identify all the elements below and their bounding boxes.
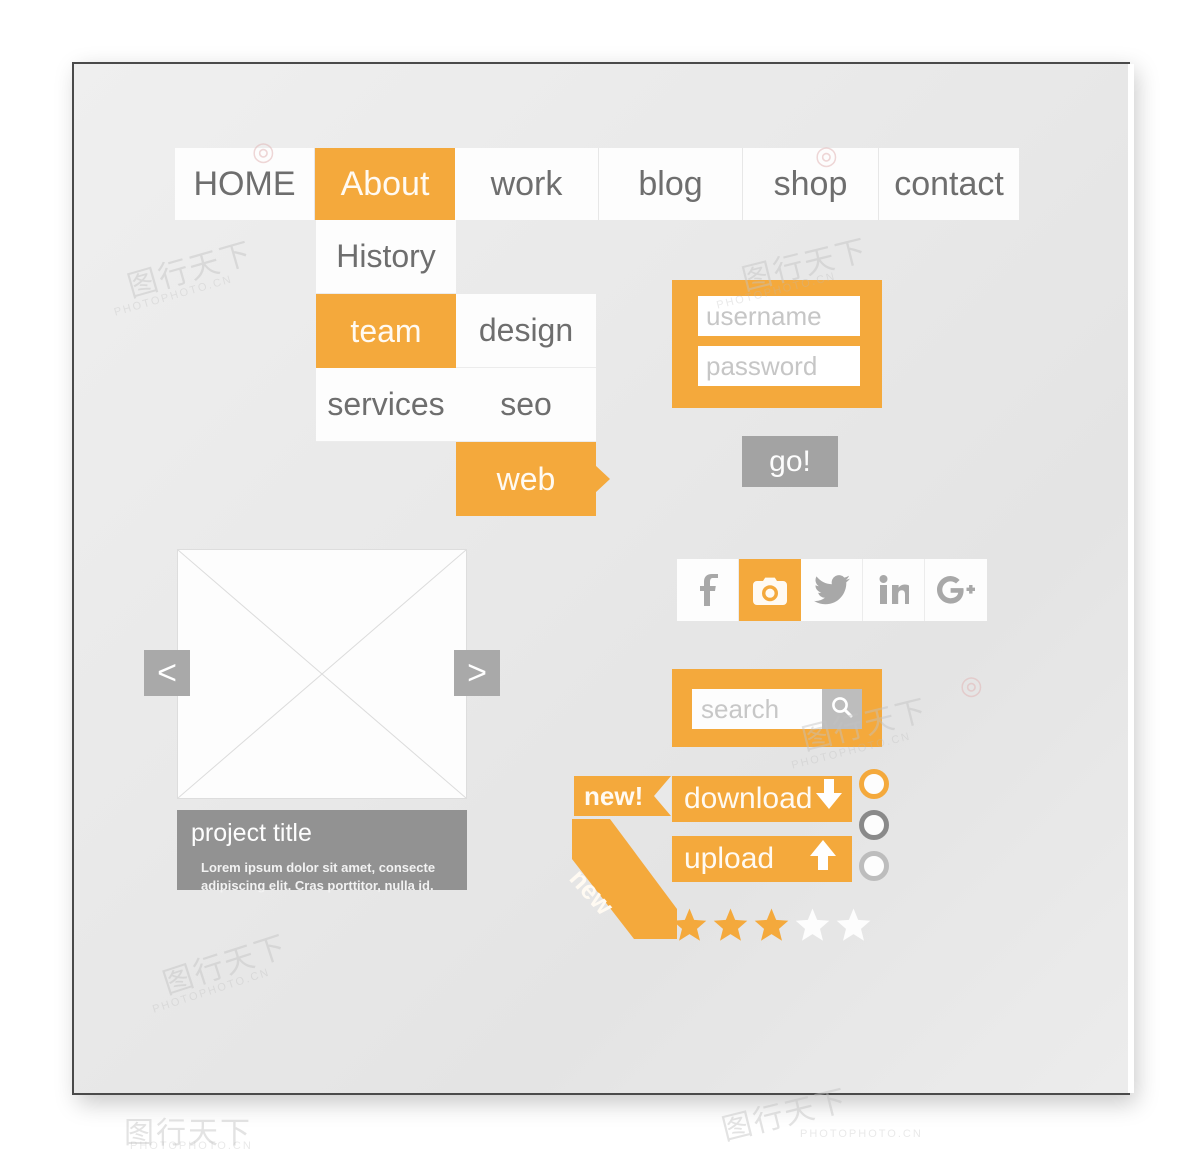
project-description-line-1: Lorem ipsum dolor sit amet, consecte xyxy=(201,860,436,875)
social-button-facebook[interactable] xyxy=(677,559,739,621)
nav-label-home: HOME xyxy=(193,164,296,203)
go-button-label: go! xyxy=(769,444,811,478)
upload-label: upload xyxy=(684,842,775,875)
submenu-label-web: web xyxy=(496,460,556,497)
radio-hover[interactable] xyxy=(859,810,889,840)
carousel-next-button[interactable]: > xyxy=(454,650,500,696)
search-input[interactable]: search xyxy=(692,689,822,729)
watermark-site-6: PHOTOPHOTO.CN xyxy=(800,1128,923,1140)
nav-item-contact[interactable]: contact xyxy=(879,148,1019,220)
social-button-googleplus[interactable] xyxy=(925,559,987,621)
star-2-filled[interactable] xyxy=(712,907,749,943)
star-3-filled[interactable] xyxy=(753,907,790,943)
linkedin-icon xyxy=(879,575,909,605)
username-placeholder: username xyxy=(706,300,822,331)
instagram-icon xyxy=(753,575,787,605)
watermark-cjk: 图行天下 xyxy=(124,1117,252,1150)
carousel-prev-button[interactable]: < xyxy=(144,650,190,696)
username-input[interactable]: username xyxy=(698,296,860,336)
dropdown-label-services: services xyxy=(327,386,445,422)
nav-item-home[interactable]: HOME xyxy=(175,148,315,220)
upload-button[interactable]: upload xyxy=(672,836,852,882)
google-plus-icon xyxy=(937,576,975,604)
carousel-slide[interactable] xyxy=(177,549,467,799)
submenu-label-design: design xyxy=(478,312,574,348)
star-rating xyxy=(671,907,872,943)
search-placeholder: search xyxy=(701,693,780,724)
search-icon xyxy=(830,695,854,724)
search-widget: search xyxy=(672,669,882,747)
nav-label-about: About xyxy=(340,164,430,203)
dropdown-label-history: History xyxy=(336,238,436,274)
dropdown-label-team: team xyxy=(350,312,422,349)
nav-item-work[interactable]: work xyxy=(455,148,599,220)
chevron-right-icon: > xyxy=(467,654,487,692)
submenu-item-seo[interactable]: seo xyxy=(456,368,596,442)
main-navigation: HOME About work blog shop contact xyxy=(175,148,1019,220)
facebook-icon xyxy=(693,574,723,606)
watermark-site: PHOTOPHOTO.CN xyxy=(130,1140,253,1152)
social-icons-bar xyxy=(677,559,987,621)
submenu-label-seo: seo xyxy=(500,386,552,422)
arrow-down-icon xyxy=(814,779,844,819)
social-button-twitter[interactable] xyxy=(801,559,863,621)
login-form: username password xyxy=(672,280,882,408)
radio-selected[interactable] xyxy=(859,769,889,799)
social-button-linkedin[interactable] xyxy=(863,559,925,621)
dropdown-item-team[interactable]: team xyxy=(316,294,456,368)
search-button[interactable] xyxy=(822,689,862,729)
nav-item-blog[interactable]: blog xyxy=(599,148,743,220)
star-4-empty[interactable] xyxy=(794,907,831,943)
project-title: project title xyxy=(191,819,312,847)
new-flag-ribbon: new! xyxy=(574,776,671,816)
login-go-button[interactable]: go! xyxy=(742,436,838,487)
project-description-line-2: adipiscing elit. Cras porttitor, nulla i… xyxy=(201,878,434,893)
nav-item-shop[interactable]: shop xyxy=(743,148,879,220)
password-placeholder: password xyxy=(706,350,818,381)
arrow-up-icon xyxy=(808,839,838,879)
submenu-item-design[interactable]: design xyxy=(456,294,596,368)
dropdown-item-services[interactable]: services xyxy=(316,368,456,442)
new-corner-ribbon: new xyxy=(564,819,677,939)
nav-item-about[interactable]: About xyxy=(315,148,455,220)
ui-kit-frame: HOME About work blog shop contact Histor… xyxy=(72,62,1134,1095)
nav-label-blog: blog xyxy=(638,164,703,203)
radio-button-group xyxy=(859,769,889,892)
twitter-icon xyxy=(813,575,850,605)
social-button-instagram[interactable] xyxy=(739,559,801,621)
project-caption-card: project title Lorem ipsum dolor sit amet… xyxy=(177,810,467,893)
download-label: download xyxy=(684,782,813,815)
radio-default[interactable] xyxy=(859,851,889,881)
download-button[interactable]: download xyxy=(672,776,852,822)
submenu-item-web[interactable]: web xyxy=(456,442,596,516)
chevron-left-icon: < xyxy=(157,654,177,692)
password-input[interactable]: password xyxy=(698,346,860,386)
star-1-filled[interactable] xyxy=(671,907,708,943)
image-carousel: < > xyxy=(144,549,500,799)
nav-label-contact: contact xyxy=(894,164,1004,203)
new-flag-label: new! xyxy=(584,780,644,811)
dropdown-item-history[interactable]: History xyxy=(316,220,456,294)
star-5-empty[interactable] xyxy=(835,907,872,943)
nav-label-work: work xyxy=(490,164,563,203)
nav-label-shop: shop xyxy=(773,164,848,203)
